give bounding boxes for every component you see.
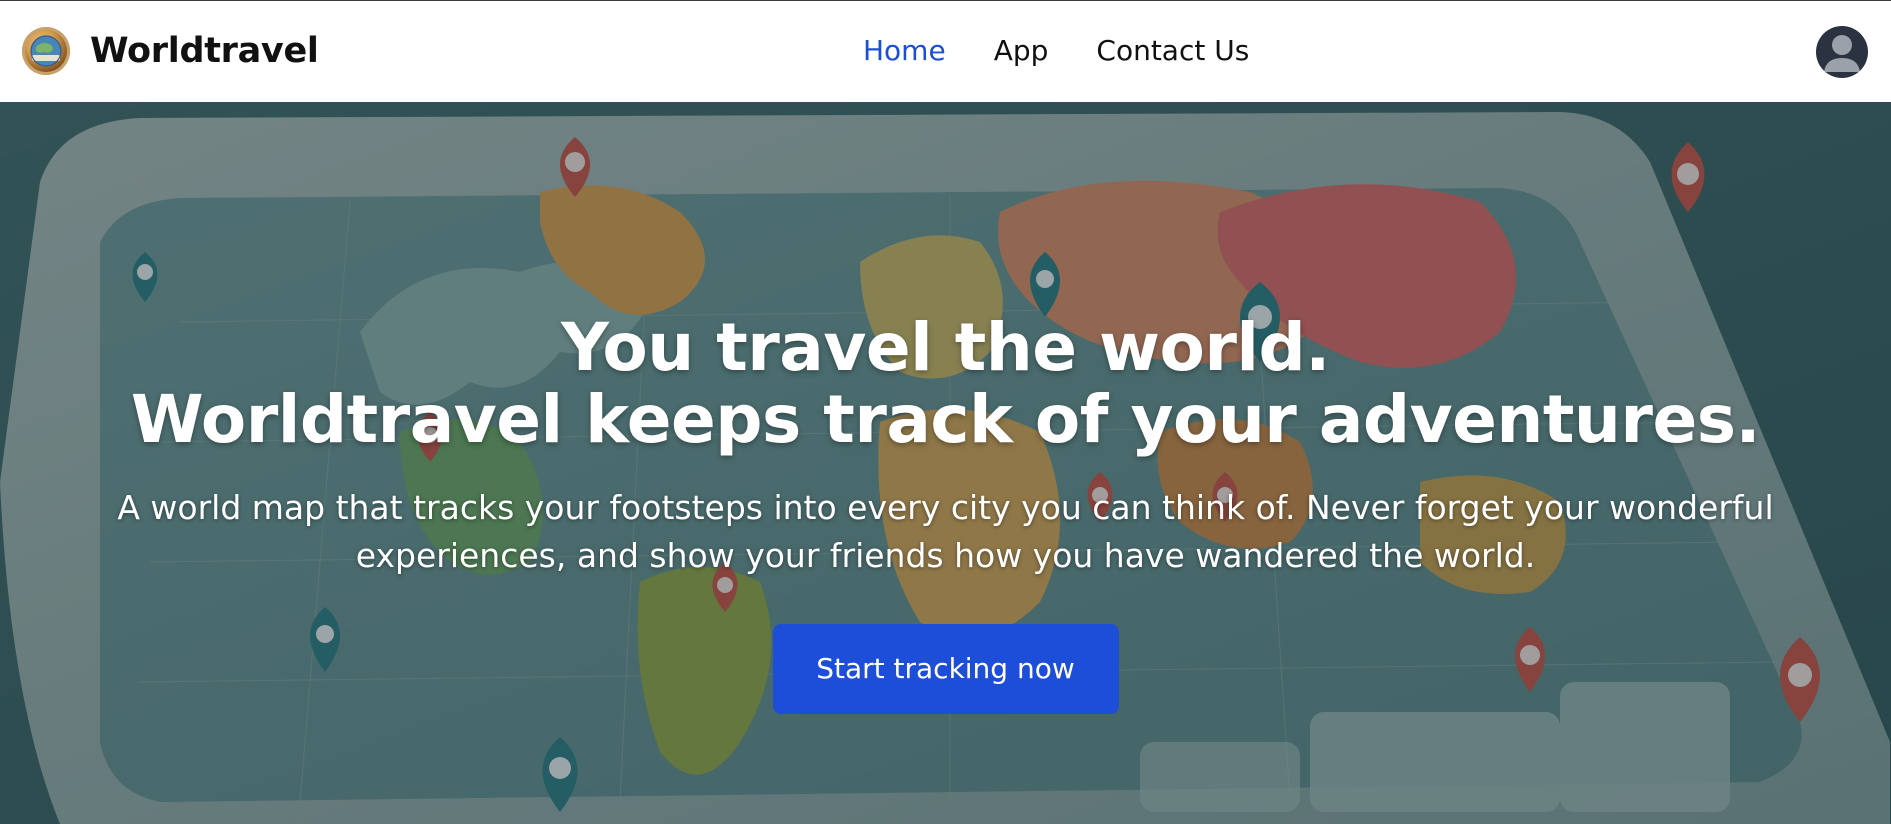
brand[interactable]: Worldtravel	[22, 27, 319, 75]
hero-title-line-2: Worldtravel keeps track of your adventur…	[130, 381, 1761, 458]
nav-link-home[interactable]: Home	[863, 34, 946, 67]
navbar: Worldtravel Home App Contact Us	[0, 1, 1891, 102]
globe-logo-icon	[22, 27, 70, 75]
user-avatar-button[interactable]	[1816, 26, 1868, 78]
hero-content: You travel the world. Worldtravel keeps …	[0, 312, 1891, 714]
hero-subtitle: A world map that tracks your footsteps i…	[117, 488, 1774, 575]
brand-name: Worldtravel	[90, 31, 319, 71]
hero-title: You travel the world. Worldtravel keeps …	[0, 312, 1891, 456]
hero-title-line-1: You travel the world.	[561, 309, 1330, 386]
nav-link-contact-us[interactable]: Contact Us	[1096, 34, 1249, 67]
nav-link-app[interactable]: App	[994, 34, 1049, 67]
user-avatar-icon	[1824, 35, 1860, 72]
main-nav: Home App Contact Us	[863, 34, 1249, 67]
hero-section: You travel the world. Worldtravel keeps …	[0, 102, 1891, 824]
start-tracking-button[interactable]: Start tracking now	[772, 624, 1119, 714]
